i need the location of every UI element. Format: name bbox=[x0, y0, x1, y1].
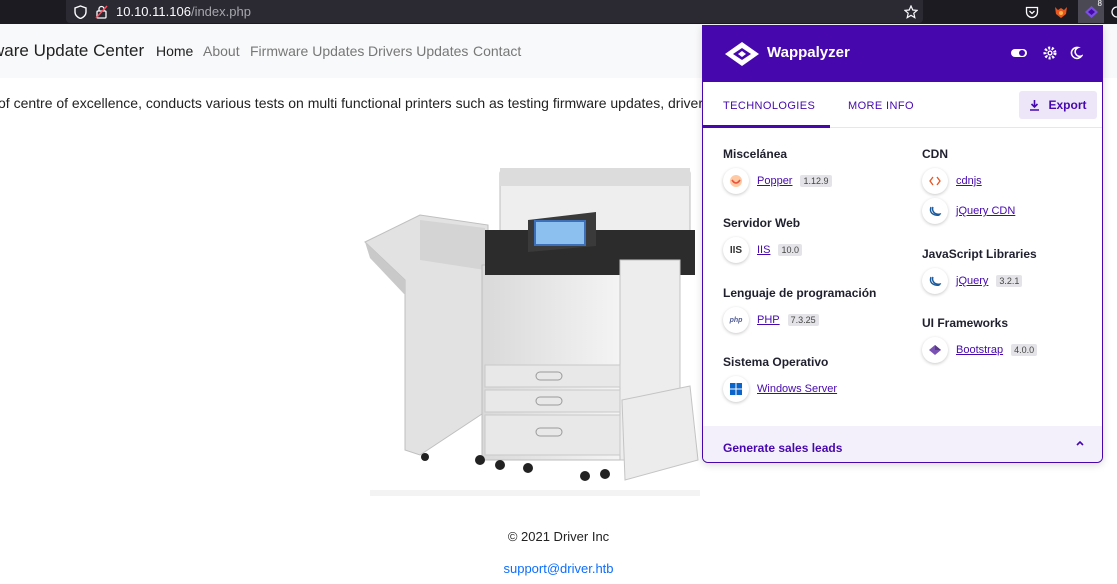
wappalyzer-extension-button[interactable]: 8 bbox=[1078, 0, 1104, 23]
nav-contact[interactable]: Contact bbox=[473, 43, 521, 59]
tech-popper[interactable]: Popper 1.12.9 bbox=[723, 168, 832, 194]
footer-copyright: © 2021 Driver Inc bbox=[507, 529, 610, 544]
jquery-icon bbox=[922, 268, 948, 294]
wappalyzer-logo-icon bbox=[725, 42, 759, 66]
tech-version: 10.0 bbox=[778, 244, 802, 256]
tech-name[interactable]: Popper bbox=[757, 175, 792, 187]
cdnjs-icon bbox=[922, 168, 948, 194]
chevron-up-icon[interactable] bbox=[1075, 438, 1085, 448]
url-text[interactable]: 10.10.11.106/index.php bbox=[116, 4, 251, 19]
tech-version: 3.2.1 bbox=[996, 275, 1023, 287]
tech-jquery[interactable]: jQuery 3.2.1 bbox=[922, 268, 1023, 294]
tech-name[interactable]: jQuery bbox=[956, 275, 988, 287]
gear-icon[interactable] bbox=[1043, 46, 1057, 60]
wappalyzer-extension-icon bbox=[1084, 5, 1098, 18]
dark-mode-moon-icon[interactable] bbox=[1069, 46, 1083, 60]
tab-more-info[interactable]: MORE INFO bbox=[848, 100, 914, 112]
category-miscelanea: Miscelánea bbox=[723, 147, 788, 161]
nav-home[interactable]: Home bbox=[156, 43, 193, 59]
export-button[interactable]: Export bbox=[1019, 91, 1097, 119]
tech-bootstrap[interactable]: Bootstrap 4.0.0 bbox=[922, 337, 1038, 363]
tech-name[interactable]: cdnjs bbox=[956, 175, 982, 187]
intro-text: of centre of excellence, conducts variou… bbox=[0, 95, 737, 111]
popper-icon bbox=[723, 168, 749, 194]
tech-version: 7.3.25 bbox=[787, 314, 819, 326]
nav-drivers-updates[interactable]: Drivers Updates bbox=[368, 43, 468, 59]
category-ui-frameworks: UI Frameworks bbox=[922, 316, 1009, 330]
site-brand[interactable]: ware Update Center bbox=[0, 41, 144, 61]
screen: 10.10.11.106/index.php 8 ware Update Cen… bbox=[0, 0, 1117, 584]
pocket-icon[interactable] bbox=[1023, 3, 1041, 21]
php-icon: php bbox=[723, 307, 749, 333]
bootstrap-icon bbox=[922, 337, 948, 363]
tech-name[interactable]: jQuery CDN bbox=[956, 205, 1015, 217]
shield-icon[interactable] bbox=[71, 3, 89, 21]
tech-iis[interactable]: IIS IIS 10.0 bbox=[723, 237, 802, 263]
tech-name[interactable]: Bootstrap bbox=[956, 344, 1003, 356]
iis-icon: IIS bbox=[723, 237, 749, 263]
tech-version: 1.12.9 bbox=[800, 175, 832, 187]
tech-windows-server[interactable]: Windows Server bbox=[723, 376, 837, 402]
tech-php[interactable]: php PHP 7.3.25 bbox=[723, 307, 819, 333]
printer-image bbox=[364, 168, 700, 496]
windows-icon bbox=[723, 376, 749, 402]
nav-about[interactable]: About bbox=[203, 43, 240, 59]
browser-toolbar: 10.10.11.106/index.php 8 bbox=[0, 0, 1117, 24]
insecure-lock-icon[interactable] bbox=[92, 3, 110, 21]
category-javascript-libraries: JavaScript Libraries bbox=[922, 247, 1037, 261]
sales-leads-bar[interactable]: Generate sales leads bbox=[703, 426, 1102, 462]
export-label: Export bbox=[1048, 98, 1087, 112]
category-cdn: CDN bbox=[922, 147, 948, 161]
tab-technologies[interactable]: TECHNOLOGIES bbox=[723, 100, 815, 112]
category-lenguaje: Lenguaje de programación bbox=[723, 286, 877, 300]
wappalyzer-title: Wappalyzer bbox=[767, 44, 850, 61]
jquery-icon bbox=[922, 198, 948, 224]
foxyproxy-extension-icon[interactable] bbox=[1052, 3, 1070, 21]
category-sistema-operativo: Sistema Operativo bbox=[723, 355, 829, 369]
tech-name[interactable]: IIS bbox=[757, 244, 770, 256]
wappalyzer-popup: Wappalyzer TECHNOLOGIES MORE INFO Export bbox=[702, 25, 1103, 463]
tech-cdnjs[interactable]: cdnjs bbox=[922, 168, 982, 194]
active-tab-indicator bbox=[703, 125, 830, 128]
category-servidor-web: Servidor Web bbox=[723, 216, 801, 230]
tech-name[interactable]: PHP bbox=[757, 314, 780, 326]
menu-icon-partial[interactable] bbox=[1106, 3, 1117, 21]
download-icon bbox=[1030, 100, 1040, 111]
sales-leads-label: Generate sales leads bbox=[723, 441, 843, 455]
bookmark-star-icon[interactable] bbox=[902, 3, 920, 21]
extension-count-badge: 8 bbox=[1097, 0, 1102, 8]
tech-version: 4.0.0 bbox=[1011, 344, 1038, 356]
tech-name[interactable]: Windows Server bbox=[757, 383, 837, 395]
wappalyzer-header: Wappalyzer bbox=[703, 26, 1102, 82]
toggle-switch-icon[interactable] bbox=[1010, 47, 1028, 59]
tech-jquery-cdn[interactable]: jQuery CDN bbox=[922, 198, 1015, 224]
nav-firmware-updates[interactable]: Firmware Updates bbox=[250, 43, 364, 59]
footer-email-link[interactable]: support@driver.htb bbox=[0, 561, 1117, 576]
